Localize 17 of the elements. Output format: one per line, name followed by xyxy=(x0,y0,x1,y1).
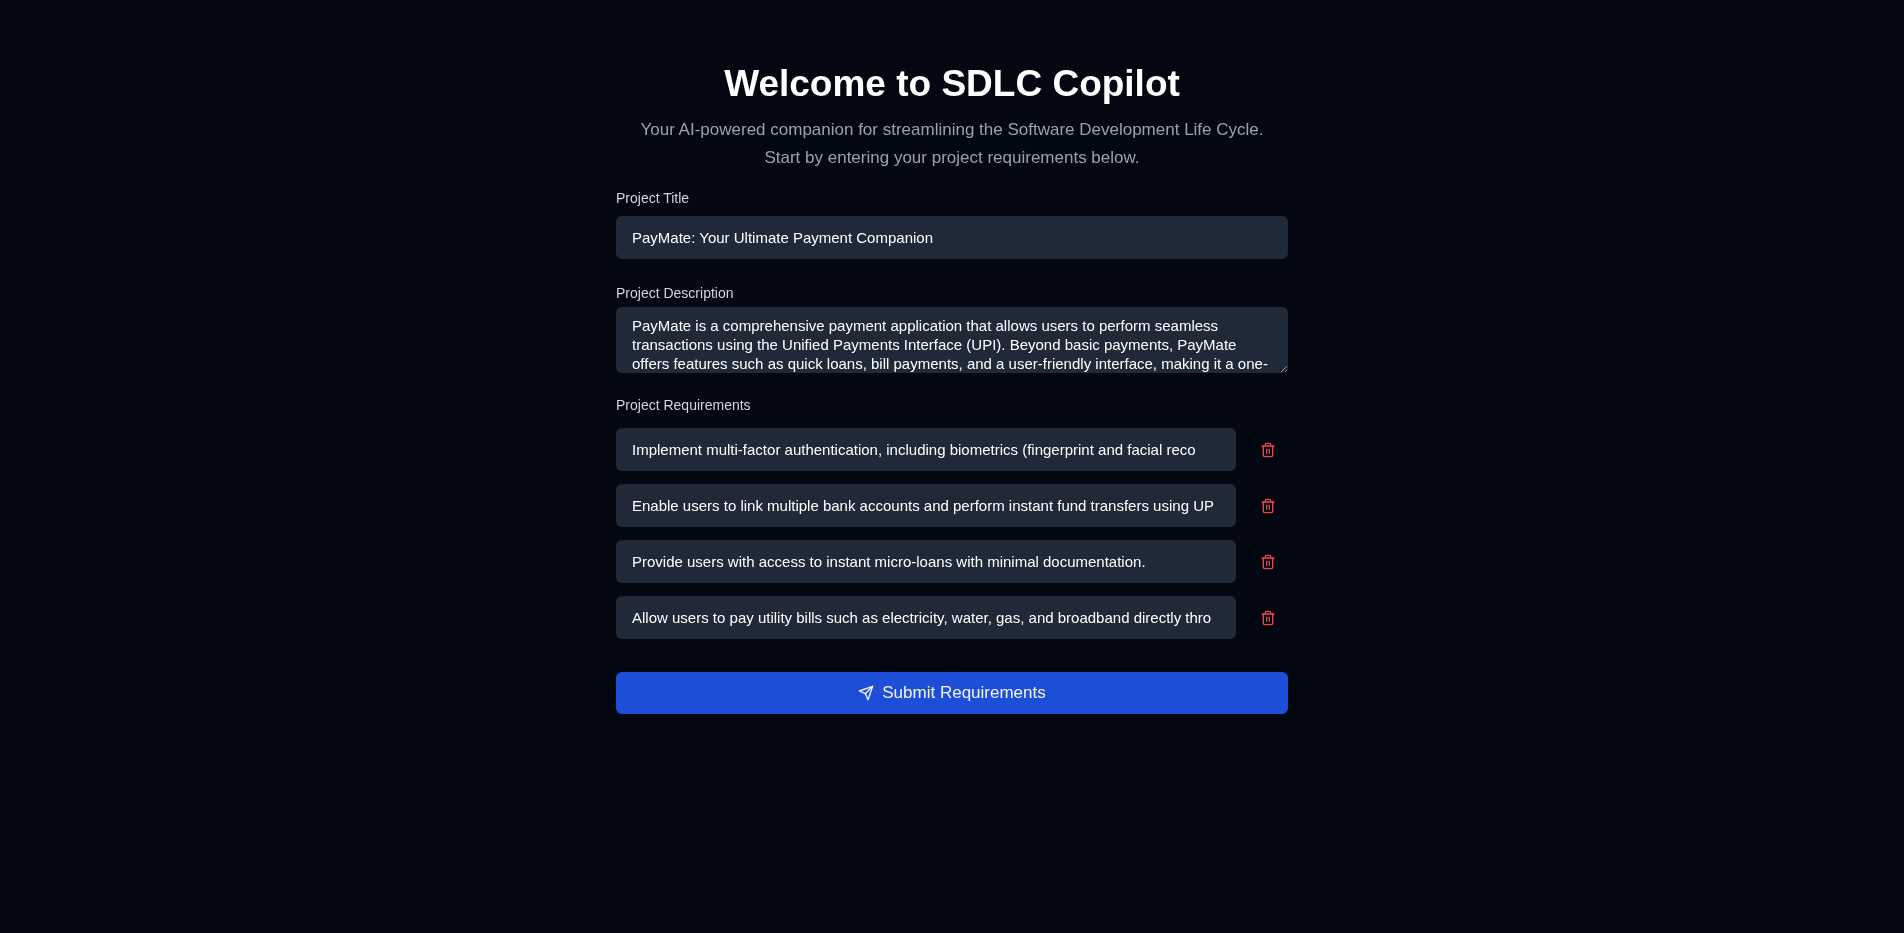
requirement-input-field[interactable]: Provide users with access to instant micro-loans with minimal documentation. xyxy=(616,540,1236,583)
trash-icon xyxy=(1260,497,1276,514)
section-label: Project Requirements xyxy=(616,396,751,415)
trash-icon xyxy=(1260,553,1276,570)
submit-button[interactable]: Submit Requirements xyxy=(616,672,1288,714)
send-icon xyxy=(858,685,875,701)
page-subtitle: Your AI-powered companion for streamlining the Software Development Life Cycle. Start by entering your project requirements below. xyxy=(639,119,1265,169)
field-label: Project Title xyxy=(616,189,690,208)
requirement-input-field[interactable]: Enable users to link multiple bank accounts and perform instant fund transfers using UP xyxy=(616,484,1236,527)
requirement-input-field[interactable]: Allow users to pay utility bills such as electricity, water, gas, and broadband directly thro xyxy=(616,596,1236,639)
page-title: Welcome to SDLC Copilot xyxy=(723,64,1181,104)
field-label: Project Description xyxy=(616,284,734,303)
requirement-input-field[interactable]: Implement multi-factor authentication, including biometrics (fingerprint and facial reco xyxy=(616,428,1236,471)
description-textarea[interactable]: PayMate is a comprehensive payment application that allows users to perform seamless transactions using the Unified Payments Interface (UPI). Beyond basic payments, PayMate offers features such as quick loans, bill payments, and a user-friendly interface, making it a one- xyxy=(616,307,1288,373)
trash-icon xyxy=(1260,441,1276,458)
title-input-field[interactable]: PayMate: Your Ultimate Payment Companion xyxy=(616,216,1288,259)
trash-icon xyxy=(1260,609,1276,626)
